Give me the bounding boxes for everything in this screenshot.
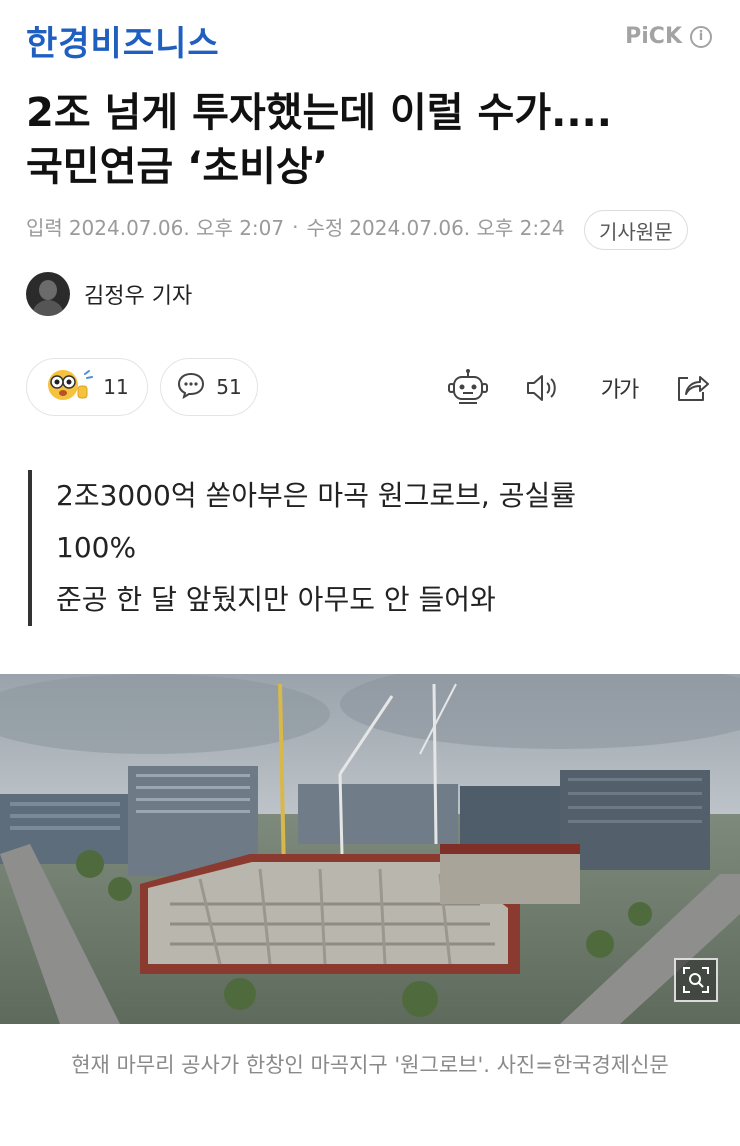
article-meta: 입력 2024.07.06. 오후 2:07 · 수정 2024.07.06. … [26, 212, 565, 241]
summary-line-3: 준공 한 달 앞뒀지만 아무도 안 들어와 [56, 583, 496, 616]
summary-line-1: 2조3000억 쏟아부은 마곡 원그로브, 공실률 [56, 479, 576, 512]
author-name[interactable]: 김정우 기자 [84, 278, 192, 310]
speaker-icon[interactable] [520, 366, 564, 410]
input-label: 입력 [26, 216, 63, 240]
title-line-2: 국민연금 ‘초비상’ [26, 144, 328, 190]
edit-label: 수정 [306, 216, 344, 240]
font-size-icon[interactable]: 가가 [594, 366, 644, 410]
pick-badge[interactable]: PiCK i [625, 24, 712, 49]
info-icon[interactable]: i [690, 25, 712, 48]
original-article-button[interactable]: 기사원문 [584, 210, 688, 250]
author-avatar[interactable] [26, 272, 70, 316]
zoom-icon [683, 967, 709, 993]
title-line-1: 2조 넘게 투자했는데 이럴 수가.... [26, 90, 612, 136]
comment-button[interactable]: 51 [160, 358, 258, 416]
font-size-label: 가가 [600, 378, 640, 403]
author-block[interactable]: 김정우 기자 [26, 272, 192, 316]
emoji-reaction-icon [45, 368, 94, 407]
article-summary: 2조3000억 쏟아부은 마곡 원그로브, 공실률 100% 준공 한 달 앞뒀… [28, 470, 696, 626]
pick-label: PiCK [625, 24, 682, 49]
meta-separator: · [292, 214, 299, 239]
article-photo[interactable] [0, 674, 740, 1024]
zoom-button[interactable] [674, 958, 718, 1002]
input-time: 2024.07.06. 오후 2:07 [68, 216, 285, 240]
article-title: 2조 넘게 투자했는데 이럴 수가.... 국민연금 ‘초비상’ [26, 86, 716, 194]
comment-icon [176, 371, 206, 404]
construction-site-image [0, 674, 740, 1024]
emoji-reaction-count: 11 [103, 375, 129, 399]
photo-caption: 현재 마무리 공사가 한창인 마곡지구 '원그로브'. 사진=한국경제신문 [71, 1053, 669, 1077]
brand-logo[interactable]: 한경비즈니스 [26, 16, 220, 65]
comment-count: 51 [216, 375, 242, 399]
edit-time: 2024.07.06. 오후 2:24 [349, 216, 565, 240]
share-icon[interactable] [670, 366, 714, 410]
summary-line-2: 100% [56, 531, 137, 564]
robot-summary-icon[interactable] [446, 366, 490, 410]
emoji-reaction-button[interactable]: 11 [26, 358, 148, 416]
